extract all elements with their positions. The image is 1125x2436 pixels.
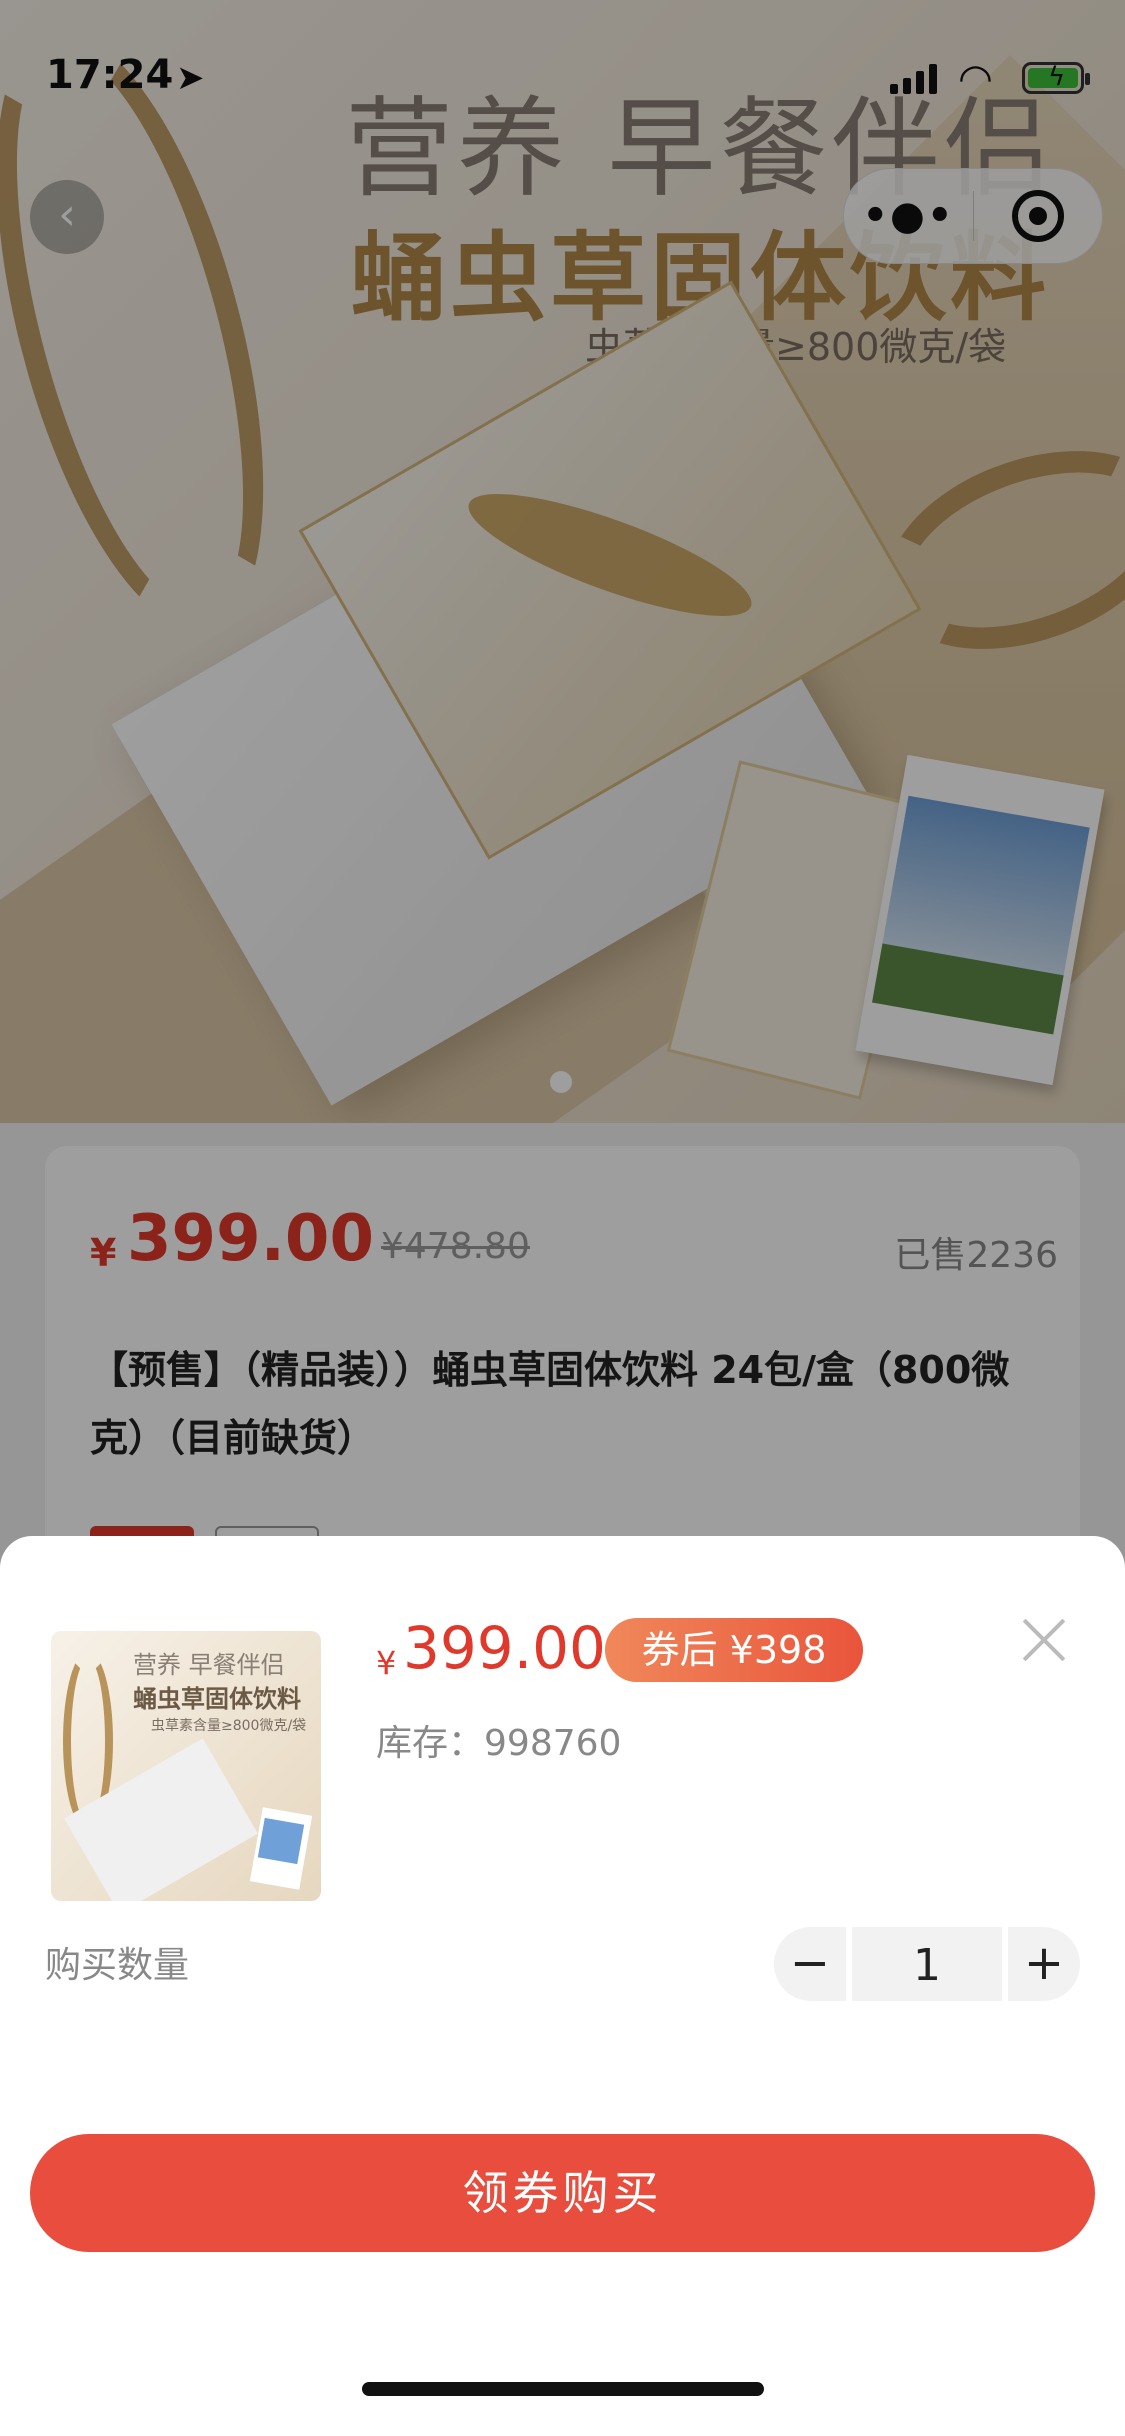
close-icon[interactable] (1016, 1612, 1072, 1668)
quantity-label: 购买数量 (45, 1945, 190, 1986)
thumb-spec: 虫草素含量≥800微克/袋 (151, 1718, 307, 1734)
stock-info: 库存：998760 (376, 1714, 621, 1766)
claim-coupon-buy-button[interactable]: 领券购买 (30, 2134, 1095, 2252)
purchase-sheet: 营养 早餐伴侣 蛹虫草固体饮料 虫草素含量≥800微克/袋 ¥ 399.00 券… (0, 1536, 1125, 2436)
home-indicator (362, 2382, 764, 2396)
stock-value: 998760 (484, 1723, 622, 1764)
sheet-price: 399.00 (403, 1614, 606, 1682)
quantity-input[interactable]: 1 (852, 1927, 1002, 2001)
thumb-headline: 营养 早餐伴侣 (133, 1651, 285, 1679)
increase-quantity-button[interactable]: + (1008, 1927, 1080, 2001)
thumb-product-name: 蛹虫草固体饮料 (133, 1685, 301, 1713)
product-thumbnail: 营养 早餐伴侣 蛹虫草固体饮料 虫草素含量≥800微克/袋 (51, 1631, 321, 1901)
coupon-price-badge: 券后 ¥398 (605, 1618, 863, 1682)
sheet-price-currency: ¥ (376, 1644, 397, 1682)
thumb-photo (257, 1817, 305, 1865)
decrease-quantity-button[interactable]: − (774, 1927, 846, 2001)
stock-label: 库存： (376, 1723, 485, 1764)
quantity-stepper: − 1 + (774, 1927, 1080, 2001)
